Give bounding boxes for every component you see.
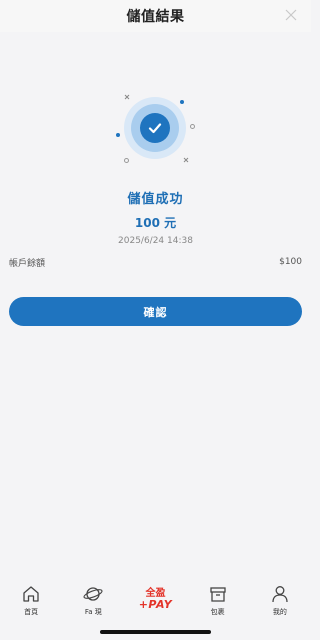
sparkle-dot-icon	[116, 133, 120, 137]
nav-label: Fa 現	[84, 608, 102, 616]
sparkle-cross-icon	[183, 157, 189, 163]
sparkle-ring-icon	[124, 158, 129, 163]
nav-label: 首頁	[24, 608, 39, 616]
check-circle	[140, 113, 170, 143]
balance-value: $100	[279, 257, 302, 267]
sparkle-cross-icon	[124, 94, 130, 100]
success-illustration	[111, 89, 199, 169]
page-title: 儲值結果	[126, 9, 185, 25]
planet-icon	[83, 587, 103, 601]
home-indicator	[100, 630, 211, 634]
screen: 儲值結果 儲值成功 100 元 2025/6/24 14:38 帳戶餘額 $10…	[0, 0, 311, 640]
balance-row: 帳戶餘額 $100	[9, 255, 302, 269]
close-icon	[285, 9, 297, 21]
deposit-amount: 100 元	[134, 216, 177, 230]
checkmark-icon	[148, 123, 162, 134]
nav-label: 我的	[272, 608, 287, 616]
sparkle-dot-icon	[180, 100, 184, 104]
home-icon	[23, 586, 39, 602]
close-button[interactable]	[283, 7, 299, 23]
nav-label: 包裹	[210, 608, 225, 616]
nav-item-home[interactable]: 首頁	[0, 578, 62, 640]
timestamp: 2025/6/24 14:38	[118, 236, 193, 246]
nav-item-profile[interactable]: 我的	[249, 578, 311, 640]
user-icon	[272, 586, 288, 603]
pay-logo: 全盈 +PAY	[138, 588, 173, 611]
header: 儲值結果	[0, 0, 311, 32]
balance-label: 帳戶餘額	[9, 258, 46, 269]
confirm-button[interactable]: 確認	[9, 297, 302, 326]
sparkle-ring-icon	[190, 124, 195, 129]
status-title: 儲值成功	[127, 192, 184, 207]
package-icon	[210, 587, 226, 602]
